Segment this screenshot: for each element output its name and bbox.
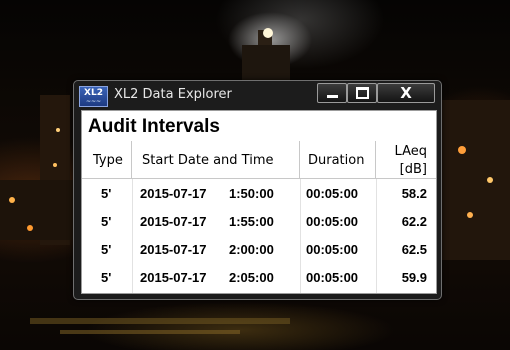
- column-header-laeq-label: LAeq [dB]: [395, 143, 427, 179]
- close-icon: X: [400, 84, 412, 102]
- table-row[interactable]: 5' 2015-07-17 1:55:00 00:05:00 62.2: [82, 207, 436, 235]
- window-title: XL2 Data Explorer: [114, 87, 232, 102]
- table-row[interactable]: 5' 2015-07-17 2:05:00 00:05:00 59.9: [82, 263, 436, 291]
- page-title: Audit Intervals: [88, 116, 220, 137]
- app-logo-wave: ~~~: [85, 98, 102, 105]
- column-header-start-label: Start Date and Time: [142, 153, 274, 168]
- water-reflection: [30, 318, 290, 324]
- cell-type: 5': [101, 270, 112, 285]
- left-structure: [0, 180, 75, 240]
- cell-type: 5': [101, 186, 112, 201]
- table-header: Type Start Date and Time Duration LAeq […: [82, 141, 436, 179]
- column-header-start[interactable]: Start Date and Time: [132, 141, 300, 178]
- cell-time: 2:00:00: [229, 242, 274, 257]
- cell-laeq: 59.9: [401, 270, 427, 285]
- column-header-duration-label: Duration: [308, 153, 365, 168]
- plant-light: [27, 225, 33, 231]
- plant-light: [467, 212, 473, 218]
- cell-time: 1:55:00: [229, 214, 274, 229]
- laeq-label-line2: [dB]: [399, 162, 427, 177]
- maximize-button[interactable]: [347, 83, 377, 103]
- cell-type: 5': [101, 214, 112, 229]
- plant-light: [56, 128, 60, 132]
- stack-light: [263, 28, 273, 38]
- column-header-laeq[interactable]: LAeq [dB]: [376, 141, 436, 178]
- right-plant-silhouette: [440, 100, 510, 260]
- minimize-icon: [327, 95, 338, 98]
- water-reflection: [60, 330, 240, 334]
- title-bar[interactable]: XL2 ~~~ XL2 Data Explorer X: [74, 81, 441, 109]
- cell-type: 5': [101, 242, 112, 257]
- plant-light: [487, 177, 493, 183]
- cell-laeq: 62.2: [401, 214, 427, 229]
- minimize-button[interactable]: [317, 83, 347, 103]
- close-button[interactable]: X: [377, 83, 435, 103]
- app-logo-text: XL2: [84, 88, 103, 98]
- table-row[interactable]: 5' 2015-07-17 2:00:00 00:05:00 62.5: [82, 235, 436, 263]
- plant-light: [53, 163, 57, 167]
- cell-date: 2015-07-17: [140, 186, 207, 201]
- column-header-type[interactable]: Type: [82, 141, 132, 178]
- cell-laeq: 58.2: [401, 186, 427, 201]
- table-body: 5' 2015-07-17 1:50:00 00:05:00 58.2 5' 2…: [82, 179, 436, 291]
- laeq-label-line1: LAeq: [394, 144, 427, 159]
- plant-silhouette: [242, 45, 290, 80]
- cell-date: 2015-07-17: [140, 214, 207, 229]
- cell-duration: 00:05:00: [306, 242, 359, 257]
- maximize-icon: [356, 87, 369, 99]
- cell-date: 2015-07-17: [140, 270, 207, 285]
- app-window: XL2 ~~~ XL2 Data Explorer X Audit Interv…: [73, 80, 442, 300]
- cell-time: 1:50:00: [229, 186, 274, 201]
- table-row[interactable]: 5' 2015-07-17 1:50:00 00:05:00 58.2: [82, 179, 436, 207]
- plant-light: [9, 197, 15, 203]
- column-header-type-label: Type: [93, 153, 123, 168]
- cell-duration: 00:05:00: [306, 186, 359, 201]
- cell-time: 2:05:00: [229, 270, 274, 285]
- column-header-duration[interactable]: Duration: [300, 141, 376, 178]
- content-panel: Audit Intervals Type Start Date and Time…: [81, 110, 437, 294]
- cell-duration: 00:05:00: [306, 270, 359, 285]
- cell-duration: 00:05:00: [306, 214, 359, 229]
- cell-date: 2015-07-17: [140, 242, 207, 257]
- cell-laeq: 62.5: [401, 242, 427, 257]
- plant-light: [458, 146, 466, 154]
- app-logo-icon: XL2 ~~~: [79, 86, 108, 107]
